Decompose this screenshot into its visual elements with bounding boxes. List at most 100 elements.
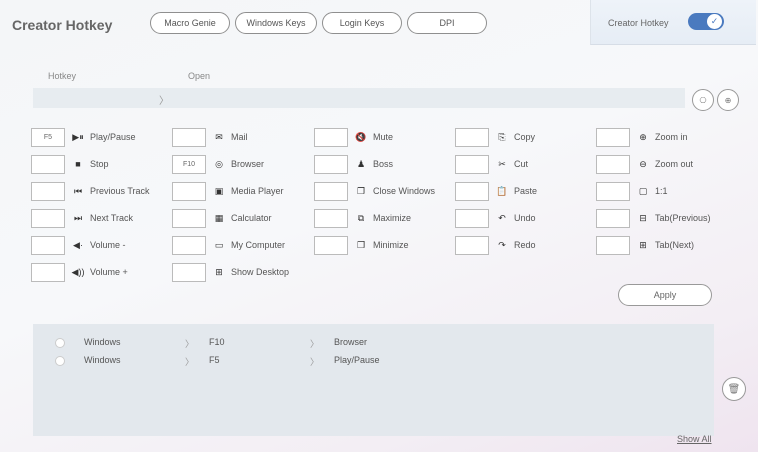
hotkey-field[interactable] (31, 208, 65, 228)
option-icon: ❐ (356, 185, 366, 196)
hotkey-option: ⏮ Previous Track (31, 181, 150, 201)
option-label: Maximize (373, 213, 412, 223)
option-label: Next Track (90, 213, 134, 223)
option-icon: ↶ (498, 212, 506, 223)
hotkey-field[interactable] (314, 154, 348, 174)
tab-macro-genie[interactable]: Macro Genie (150, 12, 230, 34)
option-icon: ▭ (214, 239, 224, 250)
hotkey-field[interactable] (596, 154, 630, 174)
hotkey-option: ⊟ Tab(Previous) (596, 208, 711, 228)
trash-icon: 🗑 (727, 383, 741, 395)
option-icon: ◎ (215, 158, 223, 169)
tab-dpi[interactable]: DPI (407, 12, 487, 34)
hotkey-option: ■ Stop (31, 154, 109, 174)
option-icon: ■ (75, 159, 81, 169)
tab-windows-keys[interactable]: Windows Keys (235, 12, 317, 34)
option-icon: ⊟ (639, 212, 647, 223)
tab-login-keys[interactable]: Login Keys (322, 12, 402, 34)
hotkey-field[interactable] (172, 208, 206, 228)
row-key: F10 (209, 337, 225, 347)
hotkey-field[interactable] (596, 235, 630, 255)
creator-hotkey-panel: Creator Hotkey ✓ (590, 0, 756, 45)
clear-hotkey-button[interactable]: ⎔ (692, 89, 714, 111)
option-icon: ▢ (638, 185, 648, 196)
row-modifier: Windows (84, 337, 121, 347)
hotkey-option: ❒ Minimize (314, 235, 409, 255)
hotkey-field[interactable] (455, 208, 489, 228)
option-label: Media Player (231, 186, 284, 196)
hotkey-field[interactable] (314, 208, 348, 228)
hotkey-option: 🔇 Mute (314, 127, 393, 147)
hotkey-option: ▢ 1:1 (596, 181, 668, 201)
hotkey-field[interactable]: F10 (172, 154, 206, 174)
option-label: Close Windows (373, 186, 436, 196)
option-icon: ⊞ (639, 239, 647, 250)
list-row[interactable]: Windows 〉 F10 〉 Browser (33, 335, 714, 351)
hotkey-field[interactable] (314, 127, 348, 147)
option-icon: ⊖ (639, 158, 647, 169)
delete-button[interactable]: 🗑 (722, 377, 746, 401)
row-radio[interactable] (55, 356, 65, 366)
hotkey-option: ♟ Boss (314, 154, 393, 174)
list-row[interactable]: Windows 〉 F5 〉 Play/Pause (33, 353, 714, 369)
hotkey-field[interactable] (455, 235, 489, 255)
hotkey-input-bar[interactable]: 〉 (33, 88, 685, 108)
option-label: Calculator (231, 213, 272, 223)
hotkey-field[interactable] (314, 235, 348, 255)
option-label: Zoom out (655, 159, 694, 169)
hotkey-field[interactable] (172, 127, 206, 147)
apply-button[interactable]: Apply (618, 284, 712, 306)
hotkey-field[interactable] (172, 181, 206, 201)
hotkey-option: ⊞ Show Desktop (172, 262, 289, 282)
option-icon: ▶⏸ (72, 131, 84, 142)
option-icon: ⊞ (215, 266, 223, 277)
hotkey-option: ▣ Media Player (172, 181, 284, 201)
hotkey-option: ▦ Calculator (172, 208, 272, 228)
hotkey-field[interactable] (31, 154, 65, 174)
hotkey-field[interactable] (31, 262, 65, 282)
hotkey-field[interactable] (314, 181, 348, 201)
hotkey-field[interactable] (596, 127, 630, 147)
hotkey-field[interactable] (31, 235, 65, 255)
hotkey-field[interactable] (172, 262, 206, 282)
hotkey-option: ⏭ Next Track (31, 208, 133, 228)
chevron-right-icon: 〉 (310, 357, 320, 367)
hotkey-field[interactable] (455, 154, 489, 174)
hotkey-option: ⊞ Tab(Next) (596, 235, 694, 255)
hotkey-option: ◀)) Volume + (31, 262, 128, 282)
hotkey-option: ⧉ Maximize (314, 208, 411, 228)
option-icon: ✉ (215, 131, 223, 142)
add-hotkey-button[interactable]: ⊕ (717, 89, 739, 111)
option-label: Volume + (90, 267, 128, 277)
hotkey-option: ▭ My Computer (172, 235, 285, 255)
option-label: 1:1 (655, 186, 668, 196)
option-label: Minimize (373, 240, 409, 250)
hotkey-field[interactable] (596, 208, 630, 228)
hotkey-option: ✉ Mail (172, 127, 248, 147)
show-all-link[interactable]: Show All (677, 434, 712, 444)
option-label: Tab(Previous) (655, 213, 711, 223)
hotkey-field[interactable] (172, 235, 206, 255)
hotkey-option: 📋 Paste (455, 181, 537, 201)
creator-hotkey-label: Creator Hotkey (608, 18, 669, 28)
option-icon: ▣ (214, 185, 224, 196)
option-label: Mail (231, 132, 248, 142)
row-action: Browser (334, 337, 368, 347)
row-radio[interactable] (55, 338, 65, 348)
option-label: Play/Pause (90, 132, 136, 142)
option-icon: ⊕ (639, 131, 647, 142)
hotkey-field[interactable] (455, 127, 489, 147)
hotkey-field[interactable]: F5 (31, 127, 65, 147)
hotkey-field[interactable] (596, 181, 630, 201)
row-modifier: Windows (84, 355, 121, 365)
row-action: Play/Pause (334, 355, 380, 365)
hotkey-field[interactable] (455, 181, 489, 201)
row-key: F5 (209, 355, 220, 365)
chevron-right-icon: 〉 (185, 357, 195, 367)
hotkey-option: ⎘ Copy (455, 127, 535, 147)
creator-hotkey-toggle[interactable]: ✓ (688, 13, 724, 30)
option-label: Copy (514, 132, 536, 142)
option-label: Undo (514, 213, 536, 223)
option-label: Mute (373, 132, 394, 142)
hotkey-field[interactable] (31, 181, 65, 201)
